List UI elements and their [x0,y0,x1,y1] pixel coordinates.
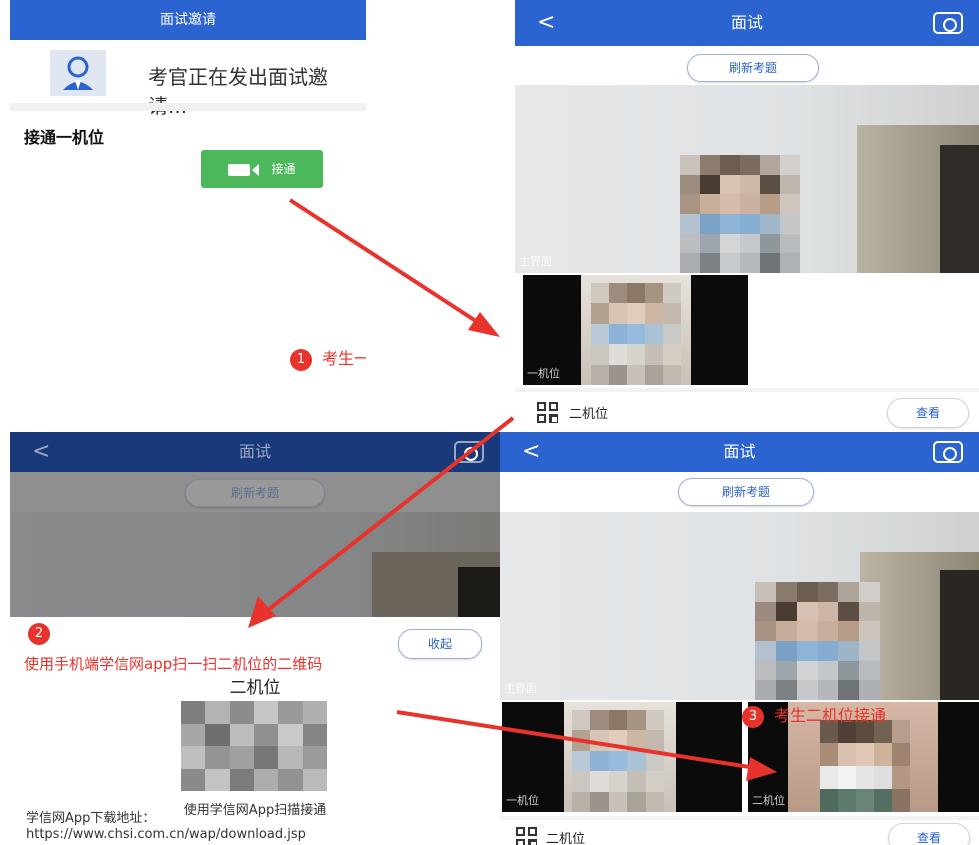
invite-title: 面试邀请 [160,12,216,28]
camera-1-video: 一机位 [502,702,742,812]
connect-label: 接通 [271,162,296,176]
qr-code-icon [537,402,559,424]
examiner-avatar-icon [50,50,106,96]
interview-title: 面试 [238,442,271,461]
arrow-1-head [468,312,500,337]
refresh-questions-button[interactable]: 刷新考题 [185,479,325,507]
face-mosaic [755,582,880,700]
interview-title: 面试 [730,13,763,32]
annotation-3-number: 3 [742,705,764,728]
row-divider [515,388,979,392]
camera-2-label: 二机位 [752,794,785,807]
qr-code-icon [516,827,538,845]
invite-header: 面试邀请 [10,0,366,40]
camera-2-face-mosaic [820,720,910,812]
face-mosaic [680,155,800,273]
camera-2-row-label: 二机位 [569,407,609,422]
switch-camera-icon[interactable] [933,12,963,34]
interview-panel-2: < 面试 刷新考题 主界面 一机位 二机位 3 考生二机位接通 二机位 查看 [500,432,979,845]
view-camera-2-button[interactable]: 查看 [887,398,969,428]
switch-camera-icon[interactable] [933,441,963,463]
invite-panel: 面试邀请 考官正在发出面试邀请... 接通一机位 接通 1考生一机位接通 [10,0,366,432]
camera-1-face-mosaic [572,710,664,812]
interview-header: < 面试 [500,432,979,472]
camera-2-row-label: 二机位 [546,832,586,845]
door-shadow [458,567,500,617]
interview-panel-1: < 面试 刷新考题 主界面 一机位 二机位 查看 [515,0,979,432]
refresh-questions-button[interactable]: 刷新考题 [687,54,819,82]
switch-camera-icon[interactable] [454,441,484,463]
main-video-label: 主界面 [519,255,552,268]
connect-button[interactable]: 接通 [201,150,323,188]
view-camera-2-button[interactable]: 查看 [888,823,970,845]
camera-1-face-mosaic [591,283,681,385]
download-label: 学信网App下载地址： [26,811,156,826]
main-video-label: 主界面 [504,682,537,695]
video-camera-icon [228,163,251,176]
main-video: 主界面 [515,85,979,273]
annotation-1: 1 考生一机位接通 [290,345,366,371]
camera-1-video: 一机位 [523,275,748,385]
section-divider [10,103,366,111]
door-shadow [940,570,979,700]
interview-title: 面试 [723,442,756,461]
annotation-2-number: 2 [28,623,50,645]
refresh-questions-button[interactable]: 刷新考题 [678,478,814,506]
row-divider [500,816,979,820]
collapse-button[interactable]: 收起 [398,629,482,659]
qr-title: 二机位 [229,678,281,698]
interview-header: < 面试 [515,0,979,46]
camera-1-label: 一机位 [506,794,539,807]
qr-code-image [181,701,327,791]
annotation-3: 3 考生二机位接通 [742,702,886,728]
annotation-1-number: 1 [290,348,312,371]
section-title: 接通一机位 [24,128,105,147]
annotation-3-text: 考生二机位接通 [774,706,887,725]
video-camera-lens-icon [252,163,260,176]
download-url-link[interactable]: https://www.chsi.com.cn/wap/download.jsp [26,827,306,842]
annotation-2-badge: 2 [28,623,60,645]
annotation-1-text: 考生一机位接通 [322,349,366,368]
qr-overlay-panel: < 面试 刷新考题 2 收起 使用手机端学信网app扫一扫二机位的二维码 二机位… [10,432,500,845]
main-video-dimmed [10,512,500,617]
door-shadow [940,145,979,273]
annotation-2-text: 使用手机端学信网app扫一扫二机位的二维码 [24,655,323,673]
camera-1-label: 一机位 [527,367,560,380]
interview-header-dim: < 面试 [10,432,500,472]
main-video: 主界面 [500,512,979,700]
